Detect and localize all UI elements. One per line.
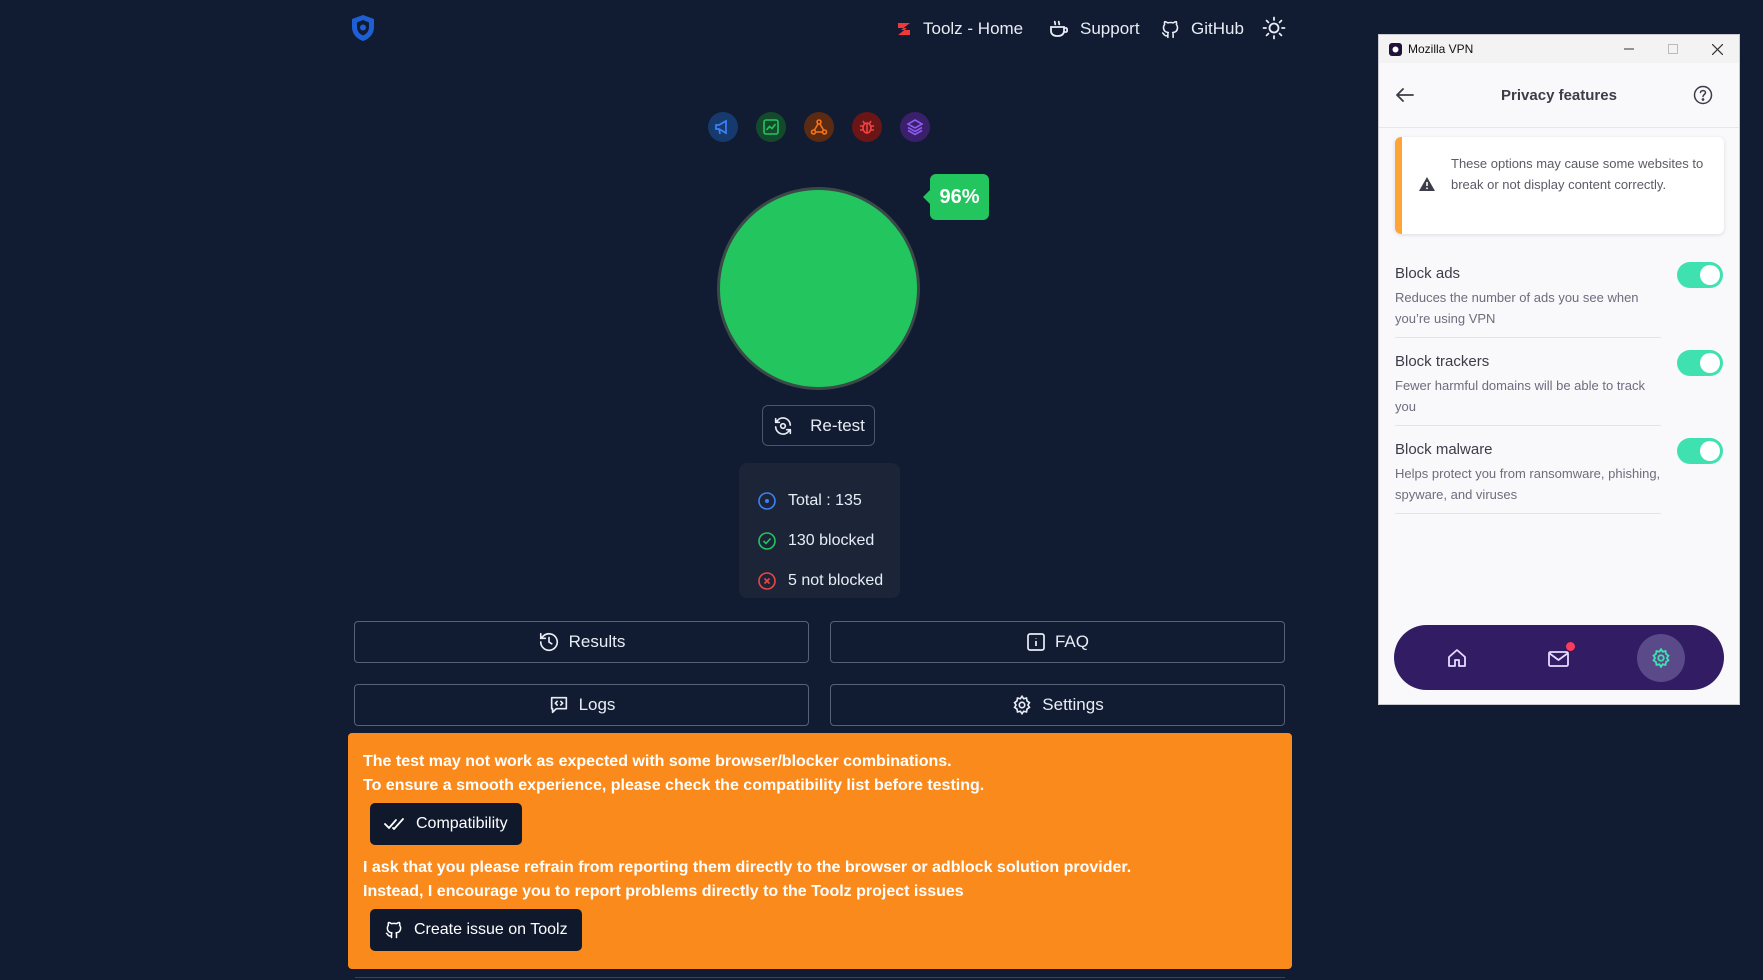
- github-icon: [385, 921, 402, 939]
- block-ads-toggle[interactable]: [1677, 262, 1723, 288]
- nav-support-link[interactable]: Support: [1048, 14, 1140, 44]
- feature-desc: Reduces the number of ads you see when y…: [1395, 290, 1639, 326]
- nav-home-label: Toolz - Home: [923, 19, 1024, 38]
- minimize-icon: [1624, 48, 1634, 50]
- malware-icon[interactable]: [852, 112, 882, 142]
- logs-label: Logs: [578, 695, 616, 714]
- vpn-header-title: Privacy features: [1501, 86, 1617, 104]
- notice-line-1: The test may not work as expected with s…: [363, 753, 952, 770]
- check-circle-icon: [758, 532, 776, 550]
- block-malware-toggle[interactable]: [1677, 438, 1723, 464]
- stat-not-blocked-label: 5 not blocked: [788, 572, 884, 589]
- feature-title: Block malware: [1395, 441, 1493, 458]
- settings-nav-button[interactable]: [1637, 633, 1685, 682]
- notice-line-4: Instead, I encourage you to report probl…: [363, 883, 964, 900]
- block-trackers-toggle[interactable]: [1677, 350, 1723, 376]
- score-circle: [720, 190, 917, 387]
- vpn-header: Privacy features: [1379, 63, 1739, 128]
- x-circle-icon: [758, 572, 776, 590]
- results-label: Results: [568, 632, 626, 651]
- vpn-window-title: Mozilla VPN: [1408, 42, 1474, 56]
- feature-block-ads: Block ads Reduces the number of ads you …: [1395, 265, 1665, 329]
- retest-button[interactable]: Re-test: [762, 405, 875, 446]
- notice-line-2: To ensure a smooth experience, please ch…: [363, 777, 985, 794]
- bottom-divider: [355, 977, 1285, 978]
- compatibility-label: Compatibility: [416, 815, 508, 832]
- mozilla-vpn-window: Mozilla VPN Privacy features These optio…: [1378, 34, 1740, 705]
- analytics-icon[interactable]: [756, 112, 786, 142]
- refresh-icon: [774, 416, 792, 435]
- minimize-button[interactable]: [1607, 35, 1651, 63]
- nav-github-link[interactable]: GitHub: [1160, 14, 1244, 44]
- warning-accent-bar: [1395, 137, 1402, 234]
- site-logo-icon[interactable]: [350, 14, 376, 42]
- warning-icon: [1419, 177, 1435, 191]
- nav-support-label: Support: [1080, 19, 1140, 38]
- gear-icon: [1013, 694, 1031, 716]
- warning-text: These options may cause some websites to…: [1451, 156, 1704, 192]
- theme-toggle-sun-icon[interactable]: [1262, 16, 1286, 45]
- info-square-icon: [1027, 633, 1045, 651]
- notification-dot: [1566, 641, 1575, 651]
- notice-line-3: I ask that you please refrain from repor…: [363, 859, 1132, 876]
- home-nav-button[interactable]: [1433, 634, 1481, 682]
- faq-label: FAQ: [1054, 632, 1089, 651]
- stats-panel: Total : 135 130 blocked 5 not blocked: [739, 463, 900, 598]
- feature-desc: Fewer harmful domains will be able to tr…: [1395, 378, 1645, 414]
- double-check-icon: [384, 818, 404, 830]
- feature-block-malware: Block malware Helps protect you from ran…: [1395, 441, 1665, 505]
- feature-desc: Helps protect you from ransomware, phish…: [1395, 466, 1661, 502]
- feature-divider: [1395, 337, 1661, 338]
- retest-label: Re-test: [810, 415, 865, 435]
- maximize-button[interactable]: [1651, 35, 1695, 63]
- toolz-logo-icon: [898, 23, 910, 35]
- github-icon: [1161, 20, 1179, 38]
- maximize-icon: [1668, 44, 1678, 54]
- message-code-icon: [550, 696, 567, 714]
- stat-blocked-label: 130 blocked: [788, 532, 875, 549]
- feature-divider: [1395, 513, 1661, 514]
- settings-button[interactable]: Settings: [830, 684, 1285, 726]
- coffee-icon: [1050, 20, 1069, 37]
- category-icons: [708, 112, 930, 142]
- error-trackers-icon[interactable]: [804, 112, 834, 142]
- messages-nav-button[interactable]: [1535, 634, 1583, 682]
- close-icon: [1711, 43, 1723, 55]
- privacy-warning: These options may cause some websites to…: [1395, 137, 1724, 234]
- feature-title: Block ads: [1395, 265, 1461, 282]
- feature-divider: [1395, 425, 1661, 426]
- settings-label: Settings: [1042, 695, 1104, 714]
- ads-icon[interactable]: [708, 112, 738, 142]
- help-icon[interactable]: [1693, 85, 1713, 110]
- vpn-app-icon: [1389, 42, 1402, 56]
- feature-block-trackers: Block trackers Fewer harmful domains wil…: [1395, 353, 1665, 417]
- compatibility-button[interactable]: Compatibility: [370, 803, 522, 845]
- stat-blocked: 130 blocked: [757, 521, 900, 561]
- nav-github-label: GitHub: [1191, 19, 1244, 38]
- compatibility-notice: The test may not work as expected with s…: [348, 733, 1292, 969]
- faq-button[interactable]: FAQ: [830, 621, 1285, 663]
- create-issue-button[interactable]: Create issue on Toolz: [370, 909, 582, 951]
- back-arrow-icon[interactable]: [1395, 86, 1415, 109]
- gear-icon: [1652, 647, 1670, 668]
- history-icon: [539, 632, 558, 652]
- results-button[interactable]: Results: [354, 621, 809, 663]
- close-button[interactable]: [1695, 35, 1739, 63]
- stat-total: Total : 135: [757, 481, 900, 521]
- create-issue-label: Create issue on Toolz: [414, 921, 568, 938]
- feature-title: Block trackers: [1395, 353, 1490, 370]
- vpn-bottom-nav: [1394, 625, 1724, 690]
- mix-icon[interactable]: [900, 112, 930, 142]
- stat-not-blocked: 5 not blocked: [757, 561, 900, 601]
- home-icon: [1448, 648, 1466, 667]
- logs-button[interactable]: Logs: [354, 684, 809, 726]
- nav-home-link[interactable]: Toolz - Home: [895, 14, 1023, 44]
- stat-total-label: Total : 135: [788, 492, 862, 509]
- circle-dot-icon: [758, 492, 776, 510]
- score-percent-badge: 96%: [923, 174, 989, 220]
